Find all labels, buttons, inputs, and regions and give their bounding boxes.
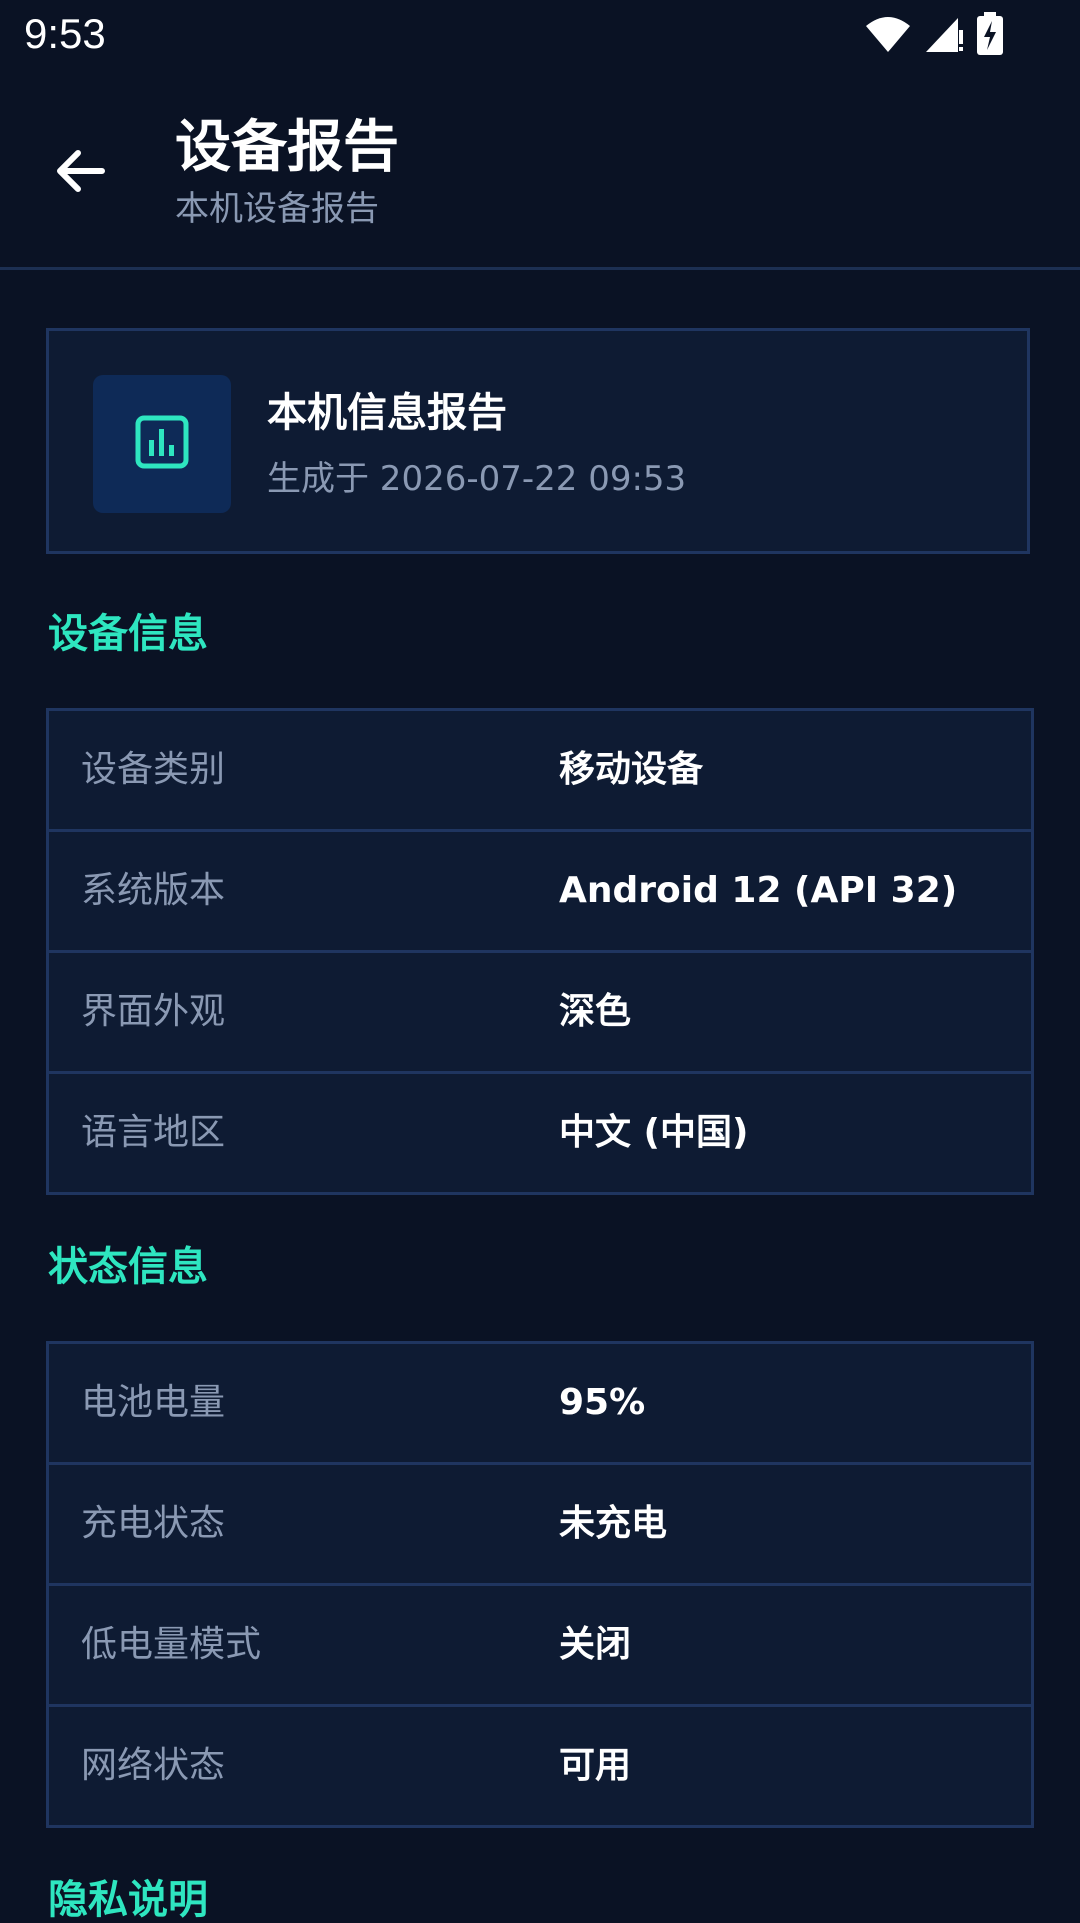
row-value: 95% (559, 1382, 646, 1423)
row-value: 中文 (中国) (559, 1112, 749, 1153)
table-row: 充电状态 未充电 (49, 1465, 1031, 1586)
back-button[interactable] (44, 137, 116, 209)
status-bar: 9:53 (0, 0, 1080, 72)
device-info-table: 设备类别 移动设备 系统版本 Android 12 (API 32) 界面外观 … (46, 708, 1034, 1195)
table-row: 界面外观 深色 (49, 953, 1031, 1074)
row-label: 充电状态 (81, 1503, 226, 1544)
row-label: 低电量模式 (81, 1624, 262, 1665)
table-row: 电池电量 95% (49, 1344, 1031, 1465)
row-value: 深色 (559, 991, 632, 1032)
row-label: 界面外观 (81, 991, 226, 1032)
summary-title: 本机信息报告 (267, 390, 507, 436)
row-value: 移动设备 (559, 749, 704, 790)
table-row: 设备类别 移动设备 (49, 711, 1031, 832)
section-heading-privacy: 隐私说明 (48, 1877, 208, 1923)
table-row: 系统版本 Android 12 (API 32) (49, 832, 1031, 953)
bar-chart-icon (134, 414, 190, 474)
row-value: 关闭 (559, 1624, 632, 1665)
wifi-icon (864, 14, 912, 58)
row-label: 网络状态 (81, 1745, 226, 1786)
status-info-table: 电池电量 95% 充电状态 未充电 低电量模式 关闭 网络状态 可用 (46, 1341, 1034, 1828)
arrow-left-icon (54, 147, 106, 199)
cell-signal-icon (924, 14, 964, 58)
section-heading-status-info: 状态信息 (48, 1244, 208, 1290)
page-subtitle: 本机设备报告 (175, 189, 379, 229)
table-row: 语言地区 中文 (中国) (49, 1074, 1031, 1192)
report-icon-box (93, 375, 231, 513)
app-bar: 设备报告 本机设备报告 (0, 72, 1080, 270)
row-value: 可用 (559, 1745, 632, 1786)
status-icons (864, 12, 1004, 60)
summary-generated-time: 生成于 2026-07-22 09:53 (267, 459, 687, 499)
row-label: 设备类别 (81, 749, 226, 790)
row-label: 系统版本 (81, 870, 226, 911)
table-row: 低电量模式 关闭 (49, 1586, 1031, 1707)
status-time: 9:53 (24, 10, 106, 57)
battery-charging-icon (976, 12, 1004, 60)
table-row: 网络状态 可用 (49, 1707, 1031, 1825)
page-title: 设备报告 (175, 115, 399, 180)
row-value: 未充电 (559, 1503, 668, 1544)
section-heading-device-info: 设备信息 (48, 611, 208, 657)
summary-card: 本机信息报告 生成于 2026-07-22 09:53 (46, 328, 1030, 554)
row-label: 电池电量 (81, 1382, 226, 1423)
row-value: Android 12 (API 32) (559, 870, 958, 911)
row-label: 语言地区 (81, 1112, 226, 1153)
